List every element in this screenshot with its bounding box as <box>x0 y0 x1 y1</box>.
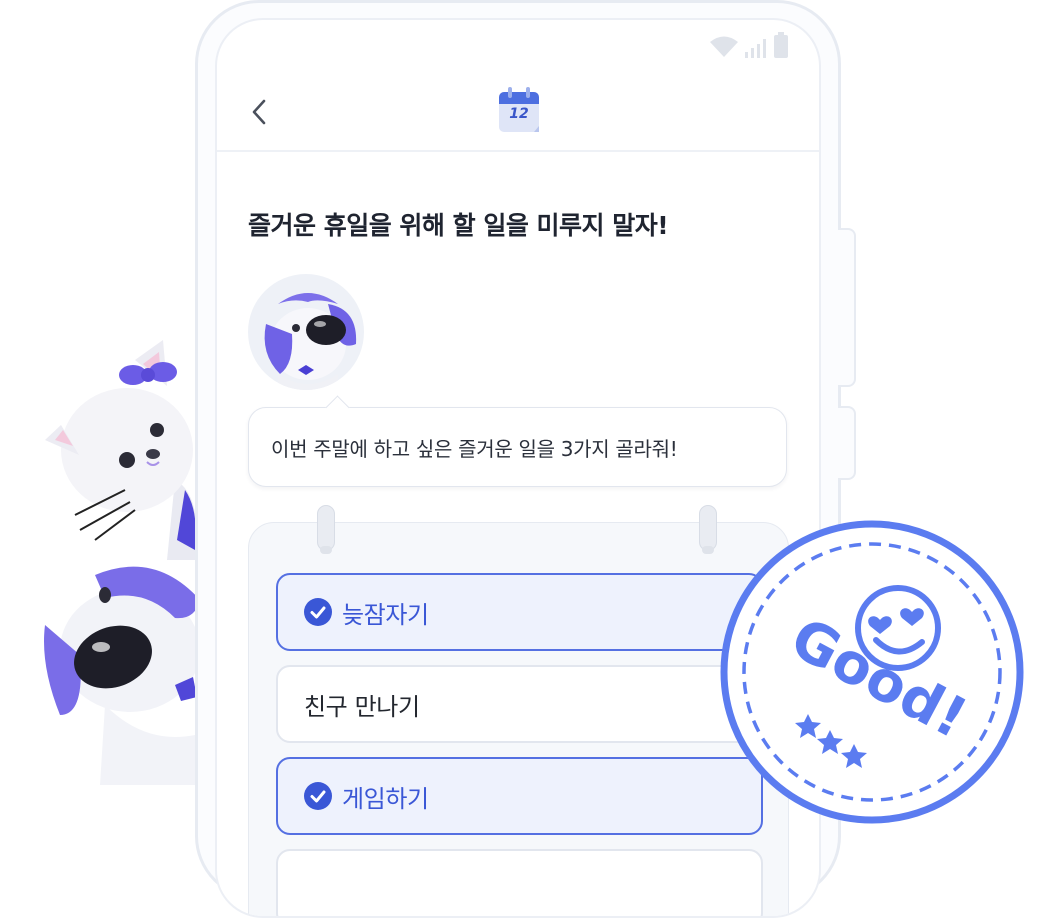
option-label: 게임하기 <box>342 784 429 813</box>
prompt-text: 이번 주말에 하고 싶은 즐거운 일을 3가지 골라줘! <box>271 436 678 461</box>
avatar <box>248 274 364 390</box>
bubble-tail <box>325 395 350 420</box>
wifi-icon <box>710 36 738 57</box>
signal-icon <box>745 39 766 58</box>
phone-side-button <box>838 228 856 387</box>
option-label: 늦잠자기 <box>342 600 429 629</box>
back-chevron-icon <box>252 99 266 125</box>
option-item[interactable] <box>276 849 763 916</box>
back-button[interactable] <box>243 92 275 132</box>
cat-mascot <box>45 340 197 560</box>
battery-icon <box>774 32 788 58</box>
dog-mascot <box>44 566 200 785</box>
page-title: 즐거운 휴일을 위해 할 일을 미루지 말자! <box>248 211 669 240</box>
check-circle-icon <box>304 598 332 626</box>
binder-ring <box>317 505 335 554</box>
options-board: 늦잠자기 친구 만나기 게임하기 <box>248 505 789 916</box>
app-header: 12 <box>217 80 819 152</box>
prompt-bubble: 이번 주말에 하고 싶은 즐거운 일을 3가지 골라줘! <box>248 395 787 487</box>
calendar-icon: 12 <box>496 86 542 134</box>
status-bar <box>709 32 789 58</box>
good-stamp: Good! <box>720 520 1024 824</box>
phone-side-button <box>838 406 856 480</box>
option-label: 친구 만나기 <box>304 692 420 721</box>
option-item[interactable]: 친구 만나기 <box>276 665 763 743</box>
check-circle-icon <box>304 782 332 810</box>
binder-ring <box>699 505 717 554</box>
option-item[interactable]: 늦잠자기 <box>276 573 763 651</box>
option-item[interactable]: 게임하기 <box>276 757 763 835</box>
calendar-day-label: 12 <box>509 106 529 122</box>
